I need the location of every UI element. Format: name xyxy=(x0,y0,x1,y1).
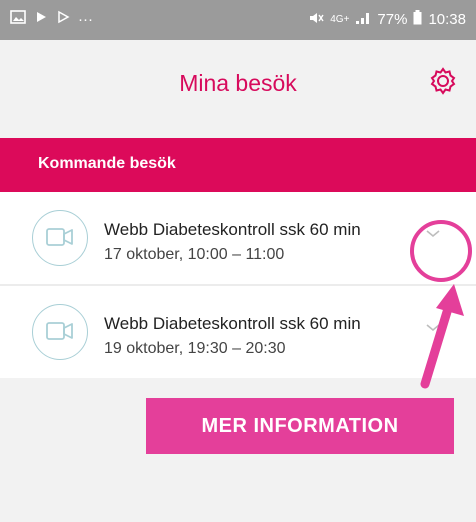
network-label: 4G+ xyxy=(330,14,350,25)
mute-icon xyxy=(308,11,324,29)
section-header: Kommande besök xyxy=(0,138,476,192)
appointment-list: Webb Diabeteskontroll ssk 60 min 17 okto… xyxy=(0,192,476,378)
app-header: Mina besök xyxy=(0,40,476,138)
play-icon xyxy=(34,10,48,28)
signal-icon xyxy=(355,11,371,29)
appointment-datetime: 17 oktober, 10:00 – 11:00 xyxy=(104,246,285,263)
list-item[interactable]: Webb Diabeteskontroll ssk 60 min 17 okto… xyxy=(0,192,476,286)
gallery-icon xyxy=(10,10,26,28)
appointment-datetime: 19 oktober, 19:30 – 20:30 xyxy=(104,340,286,357)
pointer-arrow xyxy=(410,280,470,390)
page-title: Mina besök xyxy=(179,70,297,96)
appointment-name: Webb Diabeteskontroll ssk 60 min xyxy=(104,314,361,333)
video-camera-icon xyxy=(32,210,88,266)
more-dots-icon: ··· xyxy=(78,10,93,28)
mer-information-label: MER INFORMATION xyxy=(146,398,454,454)
clock: 10:38 xyxy=(428,11,466,28)
status-left-icons: ··· xyxy=(10,10,93,28)
play-icon xyxy=(56,10,70,28)
status-right: 4G+ 77% 10:38 xyxy=(308,10,466,29)
battery-label: 77% xyxy=(377,11,408,28)
status-bar: ··· 4G+ 77% 10:38 xyxy=(0,0,476,40)
video-camera-icon xyxy=(32,304,88,360)
gear-icon[interactable] xyxy=(426,64,460,98)
section-title: Kommande besök xyxy=(38,155,176,172)
appointment-name: Webb Diabeteskontroll ssk 60 min xyxy=(104,220,361,239)
highlight-circle xyxy=(410,220,472,282)
list-item[interactable]: Webb Diabeteskontroll ssk 60 min 19 okto… xyxy=(0,286,476,378)
battery-icon xyxy=(413,10,422,29)
